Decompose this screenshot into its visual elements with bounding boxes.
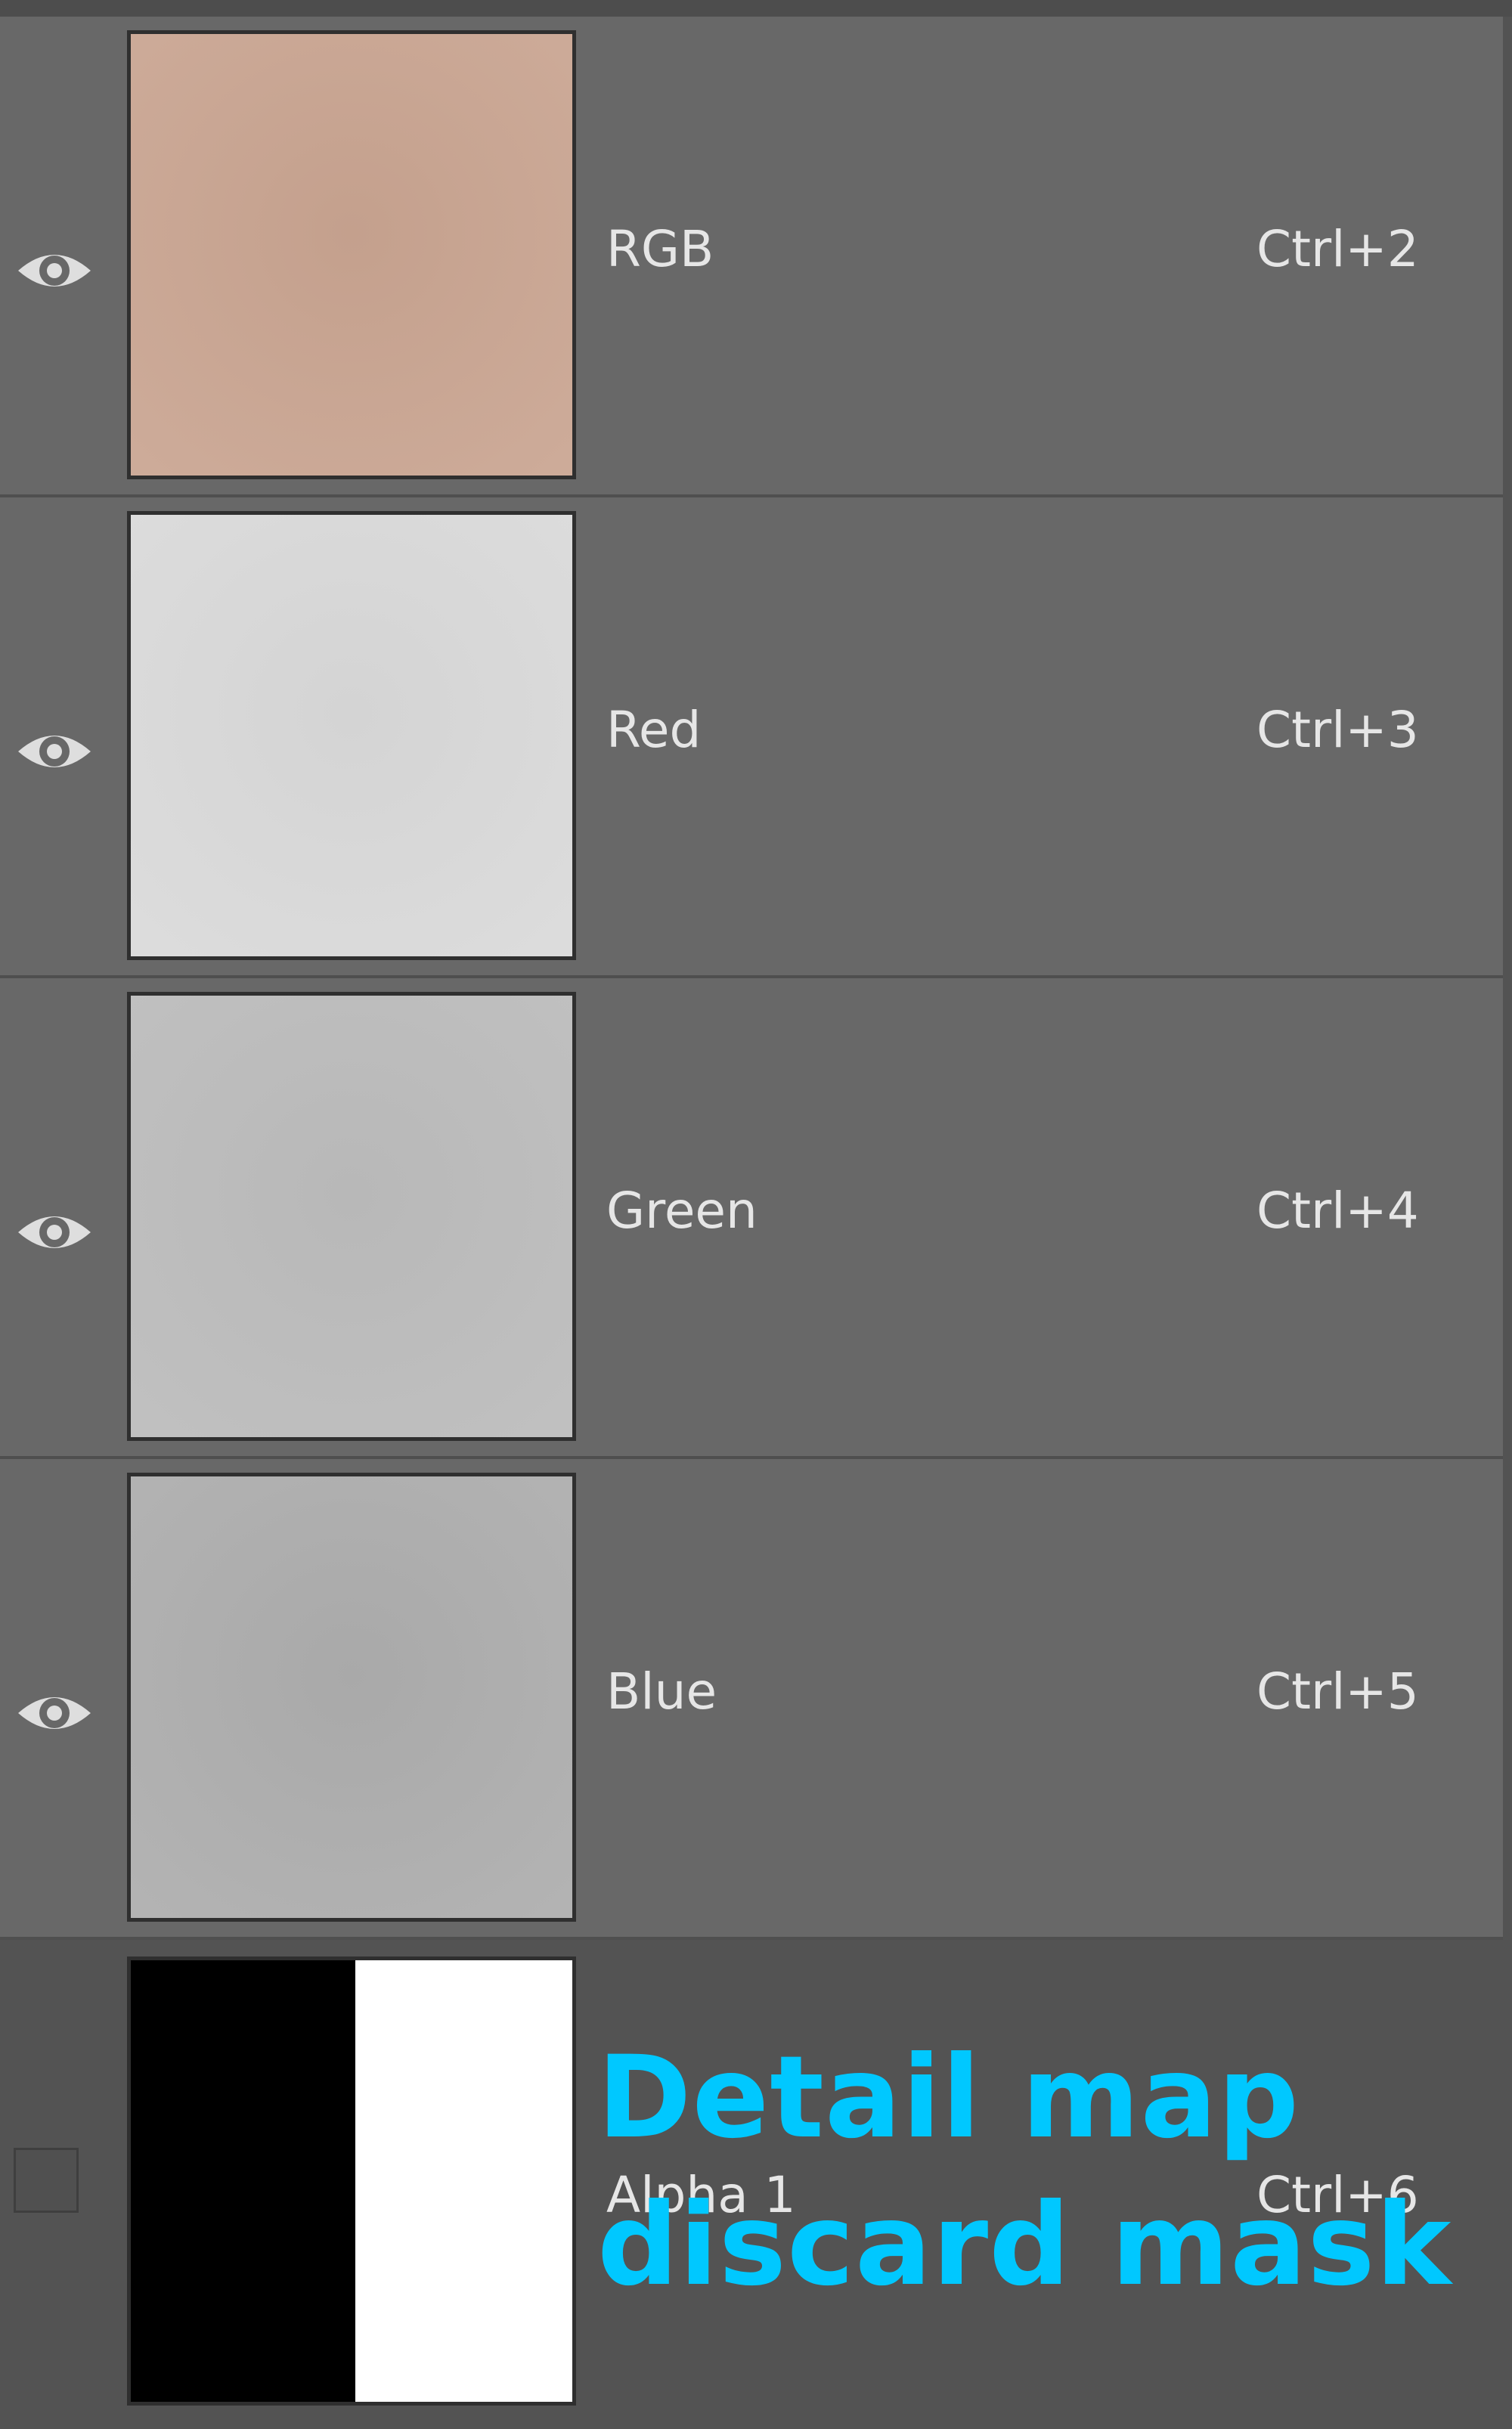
channel-thumbnail-red[interactable] — [127, 511, 576, 960]
channel-shortcut-green: Ctrl+4 — [1256, 1182, 1419, 1240]
channel-row-green[interactable]: Green Ctrl+4 — [0, 978, 1503, 1459]
channel-name-red: Red — [606, 701, 702, 759]
channel-thumbnail-blue[interactable] — [127, 1473, 576, 1922]
eye-icon[interactable] — [15, 1686, 94, 1740]
panel-top-strip — [0, 0, 1512, 17]
annotation-discard-mask: discard mask — [597, 2180, 1452, 2311]
channel-name-rgb: RGB — [606, 220, 714, 278]
eye-icon[interactable] — [15, 1205, 94, 1259]
eye-icon[interactable] — [15, 243, 94, 298]
eye-icon[interactable] — [15, 724, 94, 779]
annotation-detail-map: Detail map — [597, 2032, 1300, 2164]
channel-name-blue: Blue — [606, 1662, 717, 1721]
channel-row-blue[interactable]: Blue Ctrl+5 — [0, 1459, 1503, 1940]
channel-shortcut-red: Ctrl+3 — [1256, 701, 1419, 759]
channel-thumbnail-rgb[interactable] — [127, 30, 576, 479]
channel-thumbnail-alpha-1[interactable] — [127, 1957, 576, 2406]
channel-shortcut-blue: Ctrl+5 — [1256, 1662, 1419, 1721]
channels-panel: RGB Ctrl+2 Red Ctrl+3 Green Ctrl+4 Blue … — [0, 0, 1512, 2429]
channel-row-rgb[interactable]: RGB Ctrl+2 — [0, 17, 1503, 497]
channel-name-green: Green — [606, 1182, 758, 1240]
channel-thumbnail-green[interactable] — [127, 992, 576, 1441]
channel-shortcut-rgb: Ctrl+2 — [1256, 220, 1419, 278]
channel-row-red[interactable]: Red Ctrl+3 — [0, 497, 1503, 978]
visibility-toggle-empty[interactable] — [14, 2148, 79, 2213]
